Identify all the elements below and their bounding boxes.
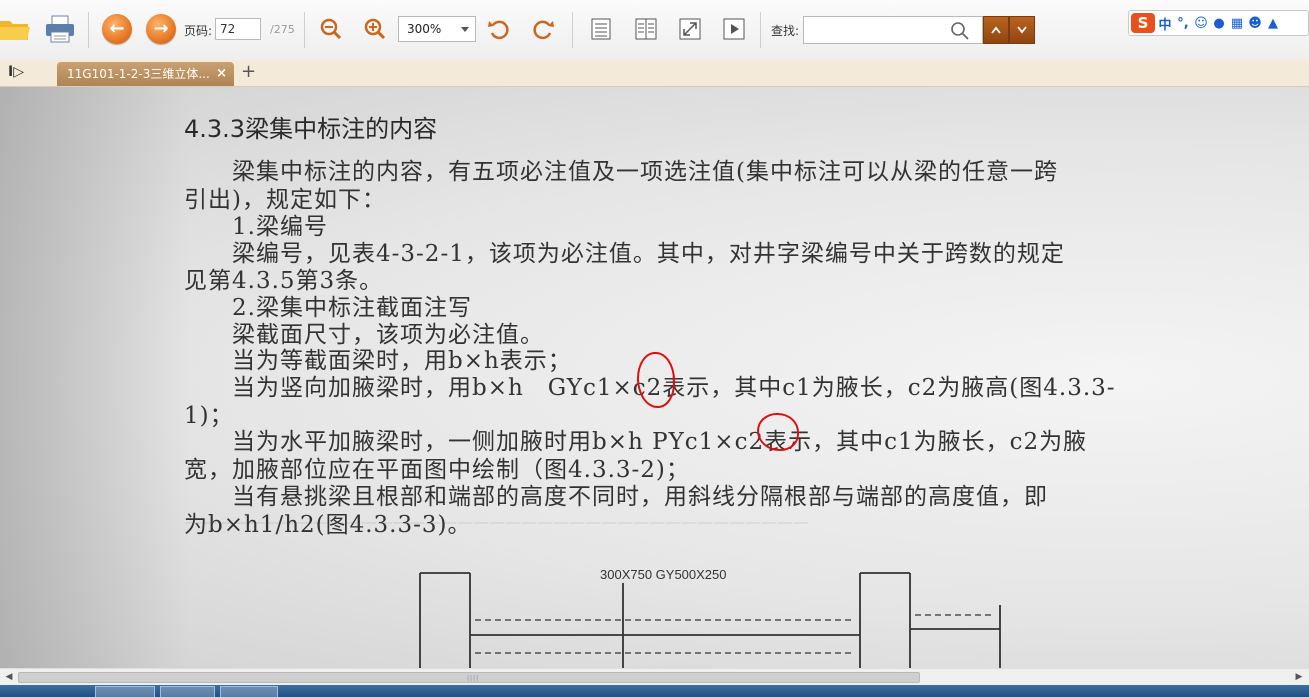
- two-page-button[interactable]: [634, 17, 658, 41]
- prev-page-button[interactable]: ←: [102, 14, 132, 44]
- zoom-in-button[interactable]: [362, 16, 388, 42]
- rotate-left-button[interactable]: [486, 16, 512, 42]
- rotate-right-icon: [533, 20, 554, 40]
- close-icon[interactable]: ×: [216, 62, 227, 86]
- bleed-through-text: ———————————————————————————————————————: [185, 512, 809, 531]
- zoom-out-icon: [320, 18, 342, 40]
- ime-toolbar[interactable]: S 中 °, ☺ ● ▦ ☻ ▲: [1128, 10, 1309, 36]
- scrollbar-thumb[interactable]: ||||: [18, 672, 920, 683]
- page-number-input[interactable]: [215, 18, 261, 40]
- search-icon: [951, 22, 969, 40]
- two-page-icon: [635, 18, 657, 40]
- slideshow-icon: [723, 18, 745, 40]
- taskbar-button[interactable]: [160, 686, 215, 697]
- single-page-icon: [591, 18, 611, 40]
- toolbar: ← → 页码: /275 300% 查找:: [0, 0, 1309, 61]
- tab-label: 11G101-1-2-3三维立体...: [67, 67, 210, 81]
- divider: [304, 12, 305, 48]
- beam-figure: [419, 572, 1001, 668]
- zoom-in-icon: [364, 18, 386, 40]
- microphone-icon[interactable]: ●: [1211, 16, 1227, 31]
- sidebar-toggle-icon[interactable]: I▷: [8, 64, 24, 80]
- fullscreen-button[interactable]: [678, 17, 702, 41]
- divider: [88, 12, 89, 48]
- chevron-down-icon: [461, 27, 469, 32]
- annotation-circle-gy: [637, 352, 675, 408]
- keyboard-icon[interactable]: ▦: [1229, 16, 1245, 31]
- new-tab-button[interactable]: +: [241, 61, 256, 82]
- annotation-circle-py: [757, 413, 799, 451]
- taskbar-button[interactable]: [95, 686, 155, 697]
- section-heading: 4.3.3梁集中标注的内容: [184, 115, 438, 143]
- next-page-icon: →: [146, 14, 176, 44]
- emoji-icon[interactable]: ☺: [1193, 16, 1209, 31]
- page-total: /275: [270, 23, 295, 36]
- page-shadow: [0, 87, 190, 668]
- slideshow-button[interactable]: [722, 17, 746, 41]
- printer-icon[interactable]: [44, 14, 76, 44]
- scroll-right-icon[interactable]: ▶: [1292, 671, 1306, 684]
- ime-punct[interactable]: °,: [1175, 16, 1191, 31]
- zoom-value: 300%: [407, 22, 442, 36]
- rotate-left-icon: [488, 20, 509, 40]
- rotate-right-button[interactable]: [530, 16, 556, 42]
- chevron-down-icon: [1017, 26, 1027, 34]
- divider: [572, 12, 573, 48]
- zoom-select[interactable]: 300%: [398, 16, 476, 42]
- page-label: 页码:: [184, 24, 213, 38]
- prev-page-icon: ←: [102, 14, 132, 44]
- grip-icon: ||||: [467, 675, 480, 682]
- chevron-up-icon: [991, 26, 1001, 34]
- taskbar-button[interactable]: [220, 686, 278, 697]
- next-page-button[interactable]: →: [146, 14, 176, 44]
- ime-logo[interactable]: S: [1131, 13, 1155, 33]
- tab-strip: I▷ 11G101-1-2-3三维立体... × +: [0, 60, 1309, 87]
- taskbar: [0, 685, 1309, 697]
- shirt-icon[interactable]: ▲: [1265, 16, 1281, 31]
- single-page-button[interactable]: [589, 17, 613, 41]
- scroll-left-icon[interactable]: ◀: [2, 671, 16, 684]
- divider: [760, 12, 761, 48]
- ime-mode[interactable]: 中: [1157, 14, 1173, 33]
- horizontal-scrollbar[interactable]: ◀ |||| ▶: [0, 668, 1309, 686]
- fullscreen-icon: [679, 18, 701, 40]
- user-icon[interactable]: ☻: [1247, 16, 1263, 31]
- search-next-button[interactable]: [1009, 16, 1035, 44]
- zoom-out-button[interactable]: [318, 16, 344, 42]
- search-label: 查找:: [771, 24, 800, 38]
- document-view[interactable]: 4.3.3梁集中标注的内容 梁集中标注的内容，有五项必注值及一项选注值(集中标注…: [0, 87, 1309, 668]
- folder-icon[interactable]: [0, 16, 30, 42]
- search-input[interactable]: [803, 16, 983, 44]
- document-tab[interactable]: 11G101-1-2-3三维立体... ×: [57, 62, 234, 86]
- search-prev-button[interactable]: [983, 16, 1009, 44]
